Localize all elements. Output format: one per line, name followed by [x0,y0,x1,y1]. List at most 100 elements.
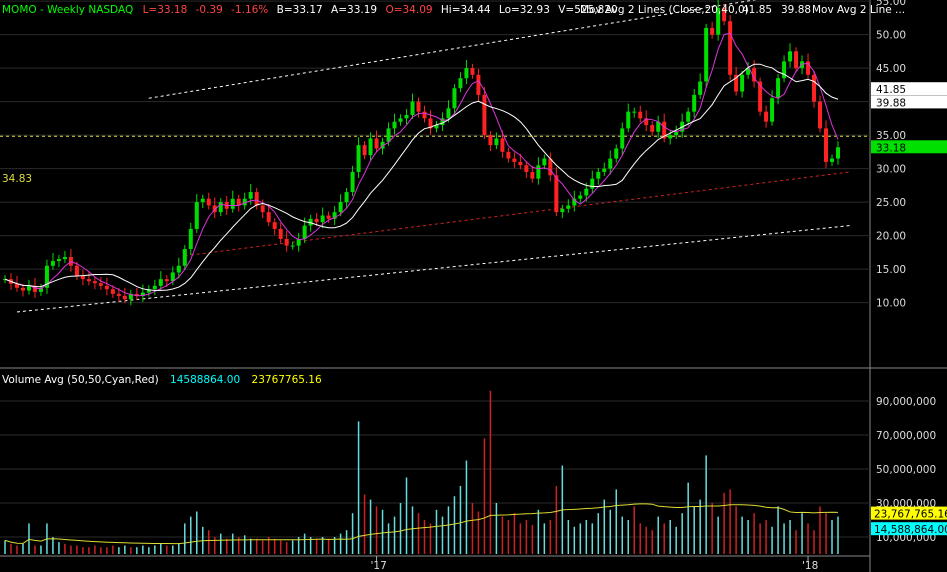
candle-body [818,101,823,129]
volume-bar [52,537,54,554]
candle-body [458,78,463,89]
candle-body [182,249,187,266]
candle-body [116,293,121,296]
volume-bar [28,523,30,554]
volume-bar [597,513,600,554]
candle-body [626,111,631,129]
volume-bar [825,513,827,554]
candle-body [230,198,235,209]
candle-body [824,128,829,162]
candle-body [500,138,505,152]
volume-bar [765,520,767,554]
volume-bar [273,538,276,554]
volume-bar [639,523,641,554]
candle-body [692,94,697,112]
candle-body [272,222,277,229]
volume-bar [549,520,552,554]
candle-body [794,51,799,69]
volume-bar [693,506,695,554]
candle-body [266,212,271,223]
candle-body [530,171,535,179]
volume-bar [357,421,360,554]
candle-body [386,128,391,142]
price-badge-label: 39.88 [876,97,906,109]
volume-bar [118,547,120,554]
candle-body [494,138,499,146]
volume-bar [10,543,12,554]
volume-header: Volume Avg (50,50,Cyan,Red) 14588864.00 … [2,374,322,386]
candle-body [710,27,715,35]
volume-bar [124,545,126,554]
volume-bar [735,506,737,554]
candle-body [74,265,79,276]
volume-bar [699,499,701,554]
candle-body [590,178,595,189]
volume-bar [543,523,546,554]
price-tick-label: 15.00 [876,264,906,276]
candle-body [206,198,211,206]
volume-bar [160,543,162,554]
volume-bar [501,516,504,554]
volume-bar [453,496,456,554]
price-tick-label: 25.00 [876,197,906,209]
candle-body [464,68,469,79]
candle-body [200,198,205,203]
volume-bar [771,526,773,554]
candle-body [290,245,295,247]
volume-bar [315,538,318,554]
volume-bar [58,542,60,554]
price-tick-label: 30.00 [876,164,906,176]
volume-bar [417,513,420,554]
candle-body [158,279,163,286]
volume-bar [681,513,683,554]
candle-body [650,125,655,132]
candle-body [176,265,181,273]
candle-body [584,188,589,196]
volume-tick-label: 50,000,000 [876,464,936,476]
header-change-pct: -1.16% [231,4,268,16]
volume-bar [621,516,624,554]
header-ma-label-2: Mov Avg 2 Line ... [812,4,905,16]
volume-bar [279,540,282,554]
volume-bar [573,526,576,554]
candle-body [410,101,415,115]
header-ask: A=33.19 [331,4,377,16]
candle-body [338,202,343,213]
volume-bar [70,545,72,554]
volume-bar [213,537,216,554]
volume-bar [399,503,402,554]
candle-body [698,81,703,95]
volume-bar [208,530,210,554]
volume-bar [489,390,492,554]
candle-body [98,283,103,286]
volume-bar [178,543,180,554]
volume-bar [495,503,498,554]
volume-bar [627,520,630,554]
volume-bar [519,523,522,554]
volume-bar [507,520,510,554]
volume-bar [675,526,677,554]
volume-bar [669,520,671,554]
volume-bar [88,547,90,554]
volume-bar [609,509,612,554]
volume-bar [285,542,288,554]
volume-bar [705,455,707,554]
volume-badge-label: 14,588,864.00 [874,524,947,536]
stock-chart[interactable]: 60.0055.0050.0045.0040.0035.0030.0025.00… [0,0,947,572]
candle-body [470,68,475,75]
volume-bar [741,516,743,554]
volume-bar [172,545,174,554]
candle-body [86,279,91,282]
volume-bar [759,523,761,554]
candle-body [344,192,349,203]
volume-bar [381,509,384,554]
candle-body [356,145,361,172]
volume-bar [591,523,594,554]
volume-bar [166,545,168,554]
candle-body [254,192,259,206]
volume-bar [687,482,689,554]
volume-bar [76,545,78,554]
candle-body [704,27,709,82]
candle-body [368,138,373,156]
candle-body [554,175,559,213]
